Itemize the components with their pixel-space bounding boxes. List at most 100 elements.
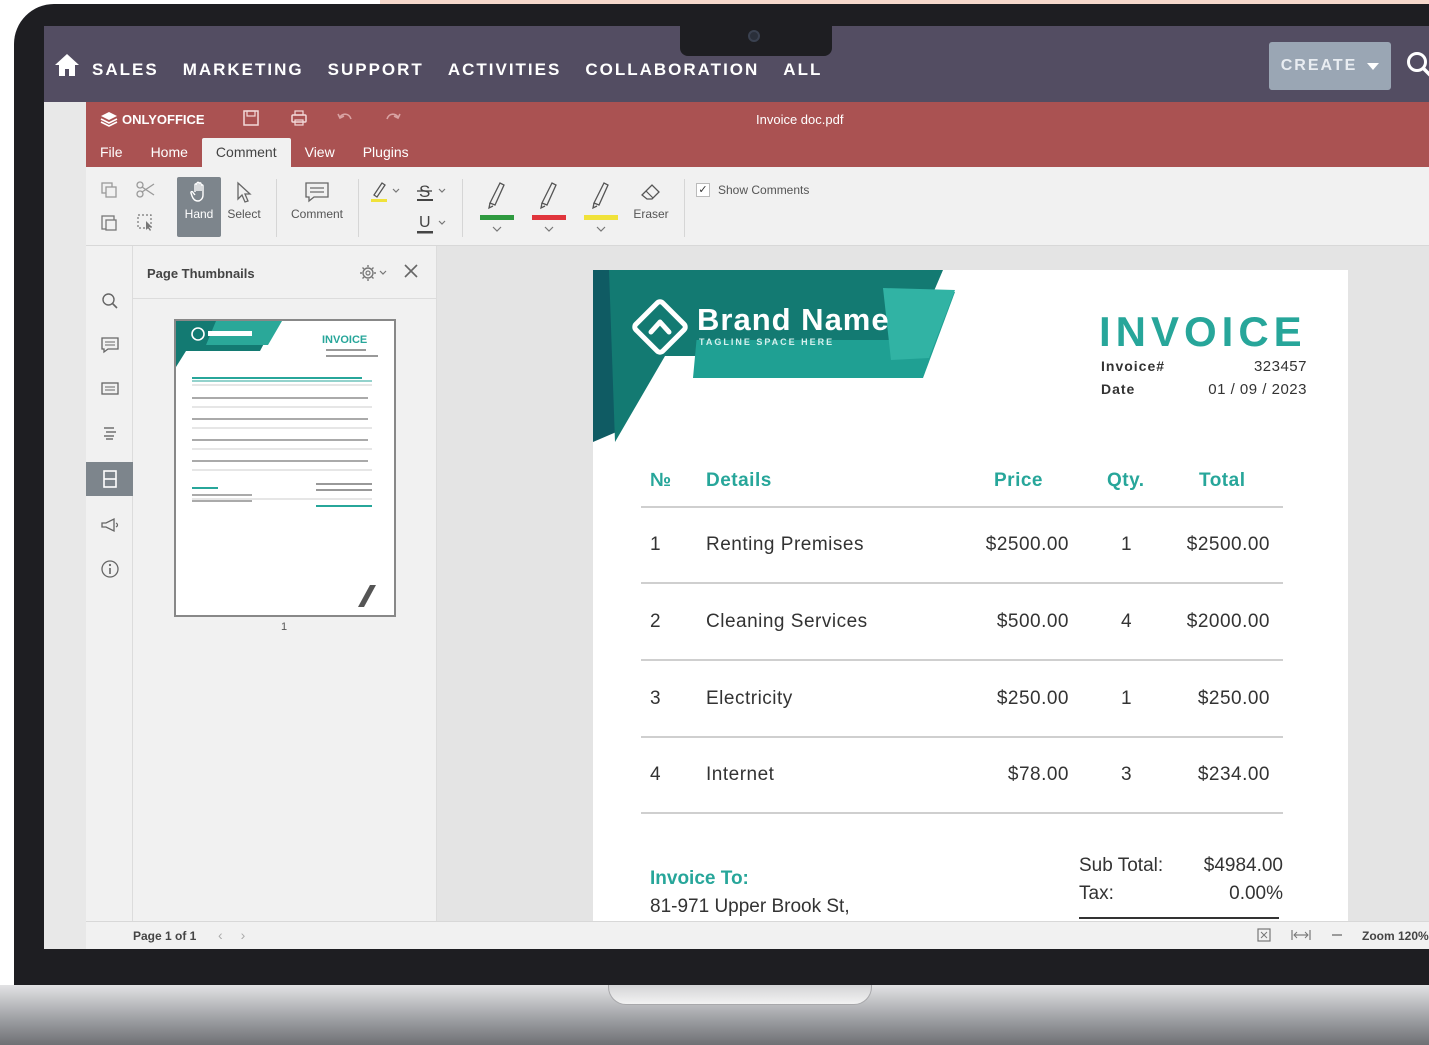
select-label: Select — [227, 207, 261, 221]
cell-total: $250.00 — [1197, 688, 1270, 709]
thumbnails-panel: Page Thumbnails INVOICE 1 — [133, 246, 437, 921]
fit-width-icon[interactable] — [1290, 927, 1312, 943]
tab-view[interactable]: View — [291, 138, 349, 167]
pen-color-swatch — [480, 215, 514, 220]
chevron-down-icon[interactable] — [491, 225, 503, 233]
chevron-down-icon[interactable] — [543, 225, 555, 233]
show-comments-label: Show Comments — [718, 183, 810, 197]
strikeout-icon[interactable]: S — [416, 179, 450, 203]
undo-icon[interactable] — [336, 110, 354, 126]
nav-support[interactable]: SUPPORT — [328, 60, 424, 80]
nav-activities[interactable]: ACTIVITIES — [448, 60, 562, 80]
cut-icon[interactable] — [136, 181, 156, 199]
home-icon[interactable] — [54, 52, 80, 78]
nav-marketing[interactable]: MARKETING — [183, 60, 304, 80]
rail-search[interactable] — [86, 284, 133, 318]
cell-total: $2500.00 — [1186, 534, 1270, 555]
cell-price: $500.00 — [996, 611, 1069, 632]
svg-text:U: U — [419, 214, 431, 231]
document-title: Invoice doc.pdf — [756, 112, 844, 127]
caret-down-icon — [1367, 62, 1380, 70]
thumbnails-icon — [102, 470, 117, 488]
close-icon[interactable] — [403, 263, 419, 279]
hand-tool-button[interactable]: Hand — [177, 177, 221, 237]
invoice-number-label: Invoice# — [1101, 358, 1166, 374]
layers-logo-icon — [100, 112, 118, 127]
pen-color-swatch — [584, 215, 618, 220]
toolbar-divider — [276, 179, 277, 237]
nav-sales[interactable]: SALES — [92, 60, 159, 80]
cell-qty: 1 — [1121, 534, 1133, 555]
crm-nav: SALES MARKETING SUPPORT ACTIVITIES COLLA… — [92, 60, 846, 80]
tab-comment[interactable]: Comment — [201, 138, 291, 167]
editor-tabs: File Home Comment View Plugins — [86, 138, 423, 167]
page-nav-arrows[interactable]: ‹› — [218, 927, 263, 943]
eraser-button[interactable]: Eraser — [626, 177, 676, 237]
redo-icon[interactable] — [384, 110, 402, 126]
page-thumbnail[interactable]: INVOICE — [174, 319, 396, 617]
copy-icon[interactable] — [100, 181, 118, 199]
cell-total: $234.00 — [1197, 764, 1270, 785]
laptop-bezel: SALES MARKETING SUPPORT ACTIVITIES COLLA… — [14, 4, 1429, 994]
comment-button[interactable]: Comment — [285, 177, 349, 237]
tab-file[interactable]: File — [86, 138, 137, 167]
rail-feedback[interactable] — [86, 508, 133, 542]
pen-icon — [540, 182, 557, 210]
cell-price: $2500.00 — [985, 534, 1069, 555]
pen-yellow-button[interactable] — [582, 177, 622, 237]
cell-no: 4 — [650, 764, 662, 785]
brand-banner — [593, 270, 955, 442]
highlight-icon[interactable] — [368, 179, 402, 203]
cell-no: 3 — [650, 688, 662, 709]
hand-label: Hand — [184, 207, 214, 221]
editor-header: ONLYOFFICE Invoice doc.pdf File Home Com… — [86, 102, 1429, 167]
nav-all[interactable]: ALL — [783, 60, 822, 80]
thumbnail-page-number: 1 — [281, 621, 288, 633]
select-tool-button[interactable]: Select — [222, 177, 266, 237]
svg-text:INVOICE: INVOICE — [322, 334, 367, 346]
pen-red-button[interactable] — [530, 177, 570, 237]
invoice-date-label: Date — [1101, 381, 1136, 397]
underline-icon[interactable]: U — [416, 211, 450, 235]
invoice-number: 323457 — [1253, 358, 1307, 375]
pen-icon — [592, 182, 609, 210]
eraser-icon — [641, 184, 660, 200]
rail-about[interactable] — [86, 552, 133, 586]
show-comments-toggle[interactable]: ✓ Show Comments — [696, 183, 809, 197]
thumbnails-title: Page Thumbnails — [147, 266, 255, 281]
tab-home[interactable]: Home — [137, 138, 202, 167]
gear-icon[interactable] — [359, 264, 389, 282]
cell-details: Renting Premises — [706, 534, 864, 555]
rail-thumbnails[interactable] — [86, 462, 133, 496]
status-bar: Page 1 of 1 ‹› Zoom 120% — [86, 921, 1429, 949]
checkbox-checked-icon[interactable]: ✓ — [696, 183, 710, 197]
zoom-out-icon[interactable] — [1330, 927, 1344, 943]
select-all-icon[interactable] — [136, 213, 156, 231]
rail-chat[interactable] — [86, 372, 133, 406]
totals-rule — [1079, 917, 1279, 919]
cell-qty: 3 — [1121, 764, 1133, 785]
fit-page-icon[interactable] — [1256, 927, 1272, 943]
subtotal-label: Sub Total: — [1079, 855, 1164, 876]
search-icon[interactable] — [1405, 50, 1429, 80]
tax-label: Tax: — [1079, 883, 1114, 904]
column-header-details: Details — [706, 470, 772, 491]
rail-headings[interactable] — [86, 416, 133, 450]
paste-icon[interactable] — [100, 213, 118, 231]
comment-toolbar: Hand Select Comment S U Eraser ✓ Show Co… — [86, 167, 1429, 246]
create-button[interactable]: CREATE — [1269, 42, 1391, 90]
cell-total: $2000.00 — [1186, 611, 1270, 632]
rail-comments[interactable] — [86, 328, 133, 362]
save-icon[interactable] — [242, 110, 260, 126]
pen-green-button[interactable] — [478, 177, 518, 237]
laptop-screen: SALES MARKETING SUPPORT ACTIVITIES COLLA… — [44, 26, 1429, 949]
left-rail — [86, 246, 133, 921]
zoom-level[interactable]: Zoom 120% — [1362, 929, 1429, 943]
tab-plugins[interactable]: Plugins — [349, 138, 423, 167]
print-icon[interactable] — [290, 110, 308, 126]
subtotal-value: $4984.00 — [1203, 855, 1283, 876]
cell-price: $78.00 — [1007, 764, 1069, 785]
chevron-down-icon[interactable] — [595, 225, 607, 233]
pen-color-swatch — [532, 215, 566, 220]
nav-collaboration[interactable]: COLLABORATION — [585, 60, 759, 80]
